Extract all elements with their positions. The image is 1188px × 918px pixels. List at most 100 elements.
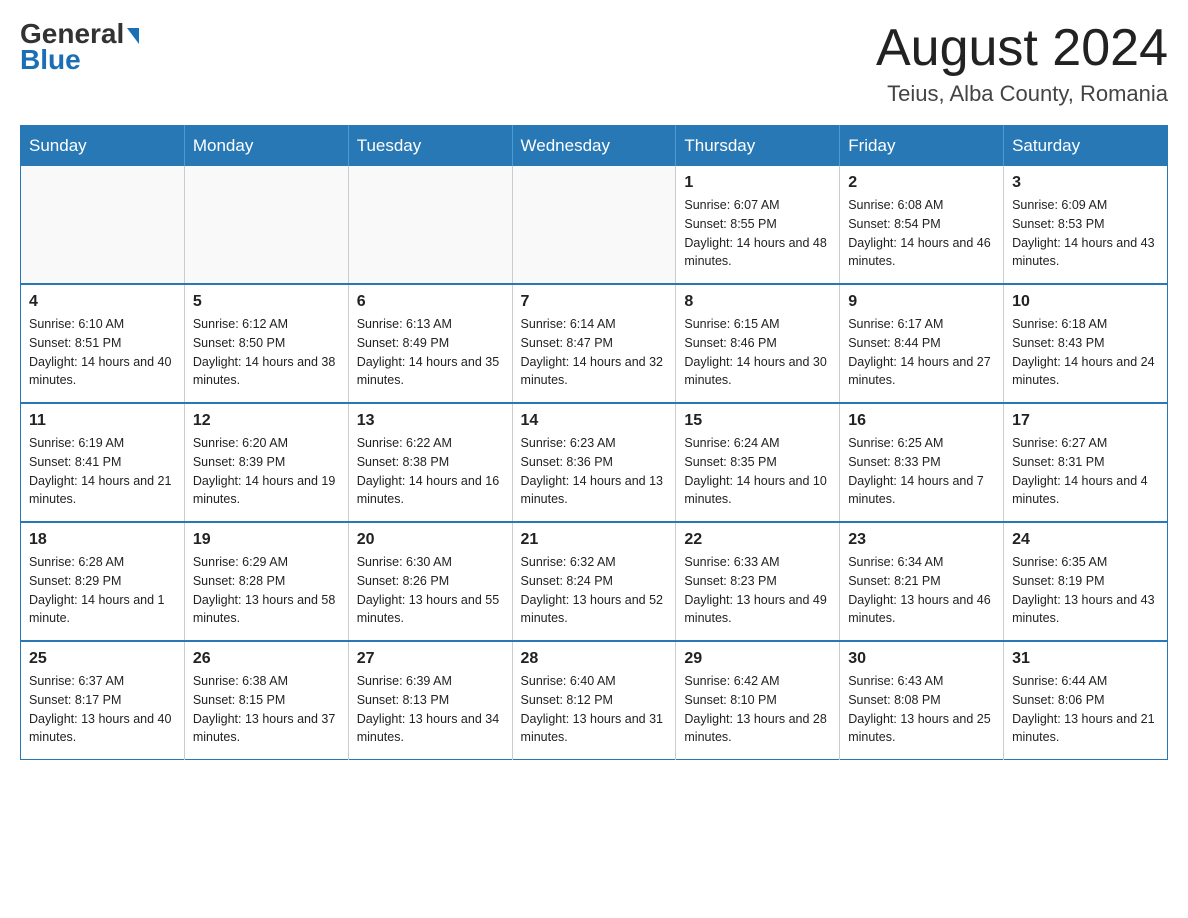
day-number: 27 xyxy=(357,650,504,668)
table-row: 24 Sunrise: 6:35 AM Sunset: 8:19 PM Dayli… xyxy=(1004,522,1168,641)
table-row: 23Sunrise: 6:34 AM Sunset: 8:21 PM Dayli… xyxy=(840,522,1004,641)
location-title: Teius, Alba County, Romania xyxy=(876,81,1168,107)
col-monday: Monday xyxy=(184,126,348,167)
logo: General Blue xyxy=(20,20,139,76)
day-info: Sunrise: 6:33 AM Sunset: 8:23 PM Dayligh… xyxy=(684,553,831,628)
day-info: Sunrise: 6:12 AM Sunset: 8:50 PM Dayligh… xyxy=(193,315,340,390)
day-number: 18 xyxy=(29,531,176,549)
col-saturday: Saturday xyxy=(1004,126,1168,167)
day-info: Sunrise: 6:29 AM Sunset: 8:28 PM Dayligh… xyxy=(193,553,340,628)
table-row: 9 Sunrise: 6:17 AM Sunset: 8:44 PM Daylig… xyxy=(840,284,1004,403)
day-number: 3 xyxy=(1012,174,1159,192)
day-number: 1 xyxy=(684,174,831,192)
table-row xyxy=(184,166,348,284)
day-number: 15 xyxy=(684,412,831,430)
day-info: Sunrise: 6:25 AM Sunset: 8:33 PM Dayligh… xyxy=(848,434,995,509)
day-number: 12 xyxy=(193,412,340,430)
table-row: 1 Sunrise: 6:07 AM Sunset: 8:55 PM Daylig… xyxy=(676,166,840,284)
day-info: Sunrise: 6:42 AM Sunset: 8:10 PM Dayligh… xyxy=(684,672,831,747)
day-number: 29 xyxy=(684,650,831,668)
calendar-week-row: 11 Sunrise: 6:19 AM Sunset: 8:41 PM Dayli… xyxy=(21,403,1168,522)
day-number: 17 xyxy=(1012,412,1159,430)
table-row: 10 Sunrise: 6:18 AM Sunset: 8:43 PM Dayli… xyxy=(1004,284,1168,403)
day-number: 6 xyxy=(357,293,504,311)
day-number: 31 xyxy=(1012,650,1159,668)
day-info: Sunrise: 6:28 AM Sunset: 8:29 PM Dayligh… xyxy=(29,553,176,628)
day-info: Sunrise: 6:44 AM Sunset: 8:06 PM Dayligh… xyxy=(1012,672,1159,747)
day-info: Sunrise: 6:17 AM Sunset: 8:44 PM Dayligh… xyxy=(848,315,995,390)
table-row: 16 Sunrise: 6:25 AM Sunset: 8:33 PM Dayli… xyxy=(840,403,1004,522)
table-row xyxy=(348,166,512,284)
day-number: 22 xyxy=(684,531,831,549)
col-thursday: Thursday xyxy=(676,126,840,167)
col-tuesday: Tuesday xyxy=(348,126,512,167)
day-number: 5 xyxy=(193,293,340,311)
table-row: 2Sunrise: 6:08 AM Sunset: 8:54 PM Daylig… xyxy=(840,166,1004,284)
table-row: 28Sunrise: 6:40 AM Sunset: 8:12 PM Dayli… xyxy=(512,641,676,760)
day-number: 19 xyxy=(193,531,340,549)
day-number: 30 xyxy=(848,650,995,668)
day-info: Sunrise: 6:35 AM Sunset: 8:19 PM Dayligh… xyxy=(1012,553,1159,628)
table-row: 8Sunrise: 6:15 AM Sunset: 8:46 PM Daylig… xyxy=(676,284,840,403)
day-number: 21 xyxy=(521,531,668,549)
day-info: Sunrise: 6:32 AM Sunset: 8:24 PM Dayligh… xyxy=(521,553,668,628)
calendar-header-row: Sunday Monday Tuesday Wednesday Thursday… xyxy=(21,126,1168,167)
day-info: Sunrise: 6:15 AM Sunset: 8:46 PM Dayligh… xyxy=(684,315,831,390)
day-info: Sunrise: 6:37 AM Sunset: 8:17 PM Dayligh… xyxy=(29,672,176,747)
day-number: 25 xyxy=(29,650,176,668)
table-row: 12 Sunrise: 6:20 AM Sunset: 8:39 PM Dayli… xyxy=(184,403,348,522)
day-number: 11 xyxy=(29,412,176,430)
day-info: Sunrise: 6:10 AM Sunset: 8:51 PM Dayligh… xyxy=(29,315,176,390)
day-number: 10 xyxy=(1012,293,1159,311)
day-info: Sunrise: 6:18 AM Sunset: 8:43 PM Dayligh… xyxy=(1012,315,1159,390)
day-number: 24 xyxy=(1012,531,1159,549)
col-wednesday: Wednesday xyxy=(512,126,676,167)
day-info: Sunrise: 6:23 AM Sunset: 8:36 PM Dayligh… xyxy=(521,434,668,509)
table-row: 15Sunrise: 6:24 AM Sunset: 8:35 PM Dayli… xyxy=(676,403,840,522)
table-row xyxy=(21,166,185,284)
table-row: 13Sunrise: 6:22 AM Sunset: 8:38 PM Dayli… xyxy=(348,403,512,522)
table-row xyxy=(512,166,676,284)
table-row: 14 Sunrise: 6:23 AM Sunset: 8:36 PM Dayli… xyxy=(512,403,676,522)
table-row: 6Sunrise: 6:13 AM Sunset: 8:49 PM Daylig… xyxy=(348,284,512,403)
day-number: 7 xyxy=(521,293,668,311)
table-row: 29 Sunrise: 6:42 AM Sunset: 8:10 PM Dayli… xyxy=(676,641,840,760)
col-friday: Friday xyxy=(840,126,1004,167)
table-row: 17 Sunrise: 6:27 AM Sunset: 8:31 PM Dayli… xyxy=(1004,403,1168,522)
calendar-week-row: 4 Sunrise: 6:10 AM Sunset: 8:51 PM Daylig… xyxy=(21,284,1168,403)
day-info: Sunrise: 6:14 AM Sunset: 8:47 PM Dayligh… xyxy=(521,315,668,390)
day-number: 26 xyxy=(193,650,340,668)
table-row: 20Sunrise: 6:30 AM Sunset: 8:26 PM Dayli… xyxy=(348,522,512,641)
table-row: 11 Sunrise: 6:19 AM Sunset: 8:41 PM Dayli… xyxy=(21,403,185,522)
day-info: Sunrise: 6:22 AM Sunset: 8:38 PM Dayligh… xyxy=(357,434,504,509)
table-row: 25 Sunrise: 6:37 AM Sunset: 8:17 PM Dayli… xyxy=(21,641,185,760)
calendar-week-row: 18 Sunrise: 6:28 AM Sunset: 8:29 PM Dayli… xyxy=(21,522,1168,641)
day-info: Sunrise: 6:39 AM Sunset: 8:13 PM Dayligh… xyxy=(357,672,504,747)
day-info: Sunrise: 6:43 AM Sunset: 8:08 PM Dayligh… xyxy=(848,672,995,747)
calendar-week-row: 25 Sunrise: 6:37 AM Sunset: 8:17 PM Dayli… xyxy=(21,641,1168,760)
day-info: Sunrise: 6:20 AM Sunset: 8:39 PM Dayligh… xyxy=(193,434,340,509)
table-row: 3Sunrise: 6:09 AM Sunset: 8:53 PM Daylig… xyxy=(1004,166,1168,284)
day-info: Sunrise: 6:40 AM Sunset: 8:12 PM Dayligh… xyxy=(521,672,668,747)
table-row: 18 Sunrise: 6:28 AM Sunset: 8:29 PM Dayli… xyxy=(21,522,185,641)
day-info: Sunrise: 6:38 AM Sunset: 8:15 PM Dayligh… xyxy=(193,672,340,747)
month-title: August 2024 xyxy=(876,20,1168,77)
logo-text-line2: Blue xyxy=(20,44,81,76)
day-number: 4 xyxy=(29,293,176,311)
day-number: 23 xyxy=(848,531,995,549)
title-area: August 2024 Teius, Alba County, Romania xyxy=(876,20,1168,107)
day-info: Sunrise: 6:30 AM Sunset: 8:26 PM Dayligh… xyxy=(357,553,504,628)
day-info: Sunrise: 6:08 AM Sunset: 8:54 PM Dayligh… xyxy=(848,196,995,271)
day-info: Sunrise: 6:27 AM Sunset: 8:31 PM Dayligh… xyxy=(1012,434,1159,509)
table-row: 30 Sunrise: 6:43 AM Sunset: 8:08 PM Dayli… xyxy=(840,641,1004,760)
day-info: Sunrise: 6:19 AM Sunset: 8:41 PM Dayligh… xyxy=(29,434,176,509)
table-row: 5 Sunrise: 6:12 AM Sunset: 8:50 PM Daylig… xyxy=(184,284,348,403)
day-number: 14 xyxy=(521,412,668,430)
day-number: 9 xyxy=(848,293,995,311)
col-sunday: Sunday xyxy=(21,126,185,167)
table-row: 26 Sunrise: 6:38 AM Sunset: 8:15 PM Dayli… xyxy=(184,641,348,760)
day-number: 16 xyxy=(848,412,995,430)
table-row: 22 Sunrise: 6:33 AM Sunset: 8:23 PM Dayli… xyxy=(676,522,840,641)
day-info: Sunrise: 6:07 AM Sunset: 8:55 PM Dayligh… xyxy=(684,196,831,271)
table-row: 27 Sunrise: 6:39 AM Sunset: 8:13 PM Dayli… xyxy=(348,641,512,760)
